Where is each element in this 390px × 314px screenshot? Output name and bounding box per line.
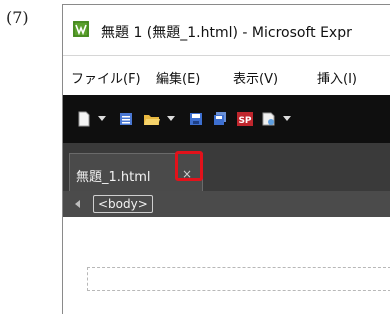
new-page-icon[interactable] xyxy=(77,111,91,127)
design-view-editor[interactable] xyxy=(63,217,390,314)
scroll-left-arrow-icon[interactable] xyxy=(75,200,80,208)
save-all-icon[interactable] xyxy=(213,111,227,127)
menu-view[interactable]: 表示(V) xyxy=(233,68,278,87)
body-tag-chip[interactable]: <body> xyxy=(93,195,153,213)
preview-icon[interactable] xyxy=(261,111,277,127)
document-tab[interactable]: 無題_1.html × xyxy=(69,151,203,192)
open-dropdown-arrow-icon[interactable] xyxy=(167,116,175,121)
body-region-outline xyxy=(87,267,390,291)
menu-insert[interactable]: 挿入(I) xyxy=(317,68,357,87)
close-button-highlight xyxy=(175,151,203,181)
standard-toolbar: SP xyxy=(63,95,390,143)
menu-file[interactable]: ファイル(F) xyxy=(71,68,141,87)
document-tab-strip: 無題_1.html × xyxy=(63,143,390,192)
expression-web-icon xyxy=(73,21,89,37)
sharepoint-icon-label: SP xyxy=(238,116,251,126)
menu-bar: ファイル(F) 編集(E) 表示(V) 挿入(I) xyxy=(63,55,390,96)
new-page-dropdown-arrow-icon[interactable] xyxy=(98,116,106,121)
open-folder-icon[interactable] xyxy=(143,111,161,127)
menu-edit[interactable]: 編集(E) xyxy=(156,68,200,87)
preview-dropdown-arrow-icon[interactable] xyxy=(283,116,291,121)
save-icon[interactable] xyxy=(189,111,203,127)
step-number-label: (7) xyxy=(6,8,29,27)
document-tab-label[interactable]: 無題_1.html xyxy=(76,166,151,185)
title-bar: 無題 1 (無題_1.html) - Microsoft Expr xyxy=(63,5,390,55)
application-window: 無題 1 (無題_1.html) - Microsoft Expr ファイル(F… xyxy=(62,4,390,314)
sharepoint-icon[interactable]: SP xyxy=(237,111,253,127)
list-icon[interactable] xyxy=(119,111,133,127)
window-title: 無題 1 (無題_1.html) - Microsoft Expr xyxy=(101,25,352,41)
quick-tag-selector: <body> xyxy=(63,191,390,217)
